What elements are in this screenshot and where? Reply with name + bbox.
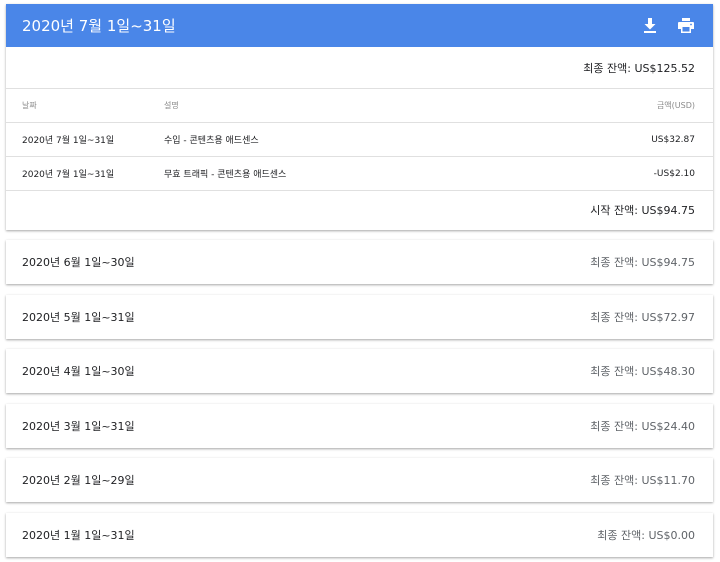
ending-balance: 최종 잔액: US$125.52 [6, 47, 713, 89]
print-icon[interactable] [675, 15, 697, 37]
month-ending-balance: 최종 잔액: US$0.00 [597, 529, 695, 542]
table-row: 2020년 7월 1일~31일 무효 트래픽 - 콘텐츠용 애드센스 -US$2… [6, 157, 713, 191]
row-amount: -US$2.10 [653, 168, 695, 179]
month-period: 2020년 1월 1일~31일 [22, 529, 135, 542]
row-date: 2020년 7월 1일~31일 [22, 136, 115, 146]
column-header-amount: 금액(USD) [656, 101, 695, 110]
row-date: 2020년 7월 1일~31일 [22, 170, 115, 180]
month-ending-balance: 최종 잔액: US$48.30 [590, 365, 695, 378]
month-ending-balance: 최종 잔액: US$24.40 [590, 420, 695, 433]
statement-page: 2020년 7월 1일~31일 최종 잔액: US$125.52 날짜 설명 금… [0, 0, 720, 562]
table-row: 2020년 7월 1일~31일 수입 - 콘텐츠용 애드센스 US$32.87 [6, 123, 713, 157]
starting-balance: 시작 잔액: US$94.75 [590, 203, 695, 217]
row-description: 수입 - 콘텐츠용 애드센스 [164, 136, 259, 146]
month-card-april[interactable]: 2020년 4월 1일~30일 최종 잔액: US$48.30 [6, 349, 713, 393]
month-period: 2020년 6월 1일~30일 [22, 256, 135, 269]
month-card-february[interactable]: 2020년 2월 1일~29일 최종 잔액: US$11.70 [6, 458, 713, 502]
month-ending-balance: 최종 잔액: US$94.75 [590, 256, 695, 269]
month-ending-balance: 최종 잔액: US$72.97 [590, 311, 695, 324]
month-card-january[interactable]: 2020년 1월 1일~31일 최종 잔액: US$0.00 [6, 513, 713, 557]
row-amount: US$32.87 [651, 134, 695, 145]
download-icon[interactable] [639, 15, 661, 37]
column-header-date: 날짜 [22, 101, 37, 110]
card-header: 2020년 7월 1일~31일 [6, 4, 713, 47]
card-title: 2020년 7월 1일~31일 [22, 17, 176, 35]
table-header: 날짜 설명 금액(USD) [6, 89, 713, 123]
row-description: 무효 트래픽 - 콘텐츠용 애드센스 [164, 170, 287, 180]
month-card-june[interactable]: 2020년 6월 1일~30일 최종 잔액: US$94.75 [6, 240, 713, 284]
month-period: 2020년 4월 1일~30일 [22, 365, 135, 378]
month-card-may[interactable]: 2020년 5월 1일~31일 최종 잔액: US$72.97 [6, 295, 713, 339]
month-period: 2020년 2월 1일~29일 [22, 474, 135, 487]
column-header-description: 설명 [164, 101, 179, 110]
month-period: 2020년 3월 1일~31일 [22, 420, 135, 433]
current-month-card: 2020년 7월 1일~31일 최종 잔액: US$125.52 날짜 설명 금… [6, 4, 713, 230]
month-period: 2020년 5월 1일~31일 [22, 311, 135, 324]
month-ending-balance: 최종 잔액: US$11.70 [590, 474, 695, 487]
month-card-march[interactable]: 2020년 3월 1일~31일 최종 잔액: US$24.40 [6, 404, 713, 448]
